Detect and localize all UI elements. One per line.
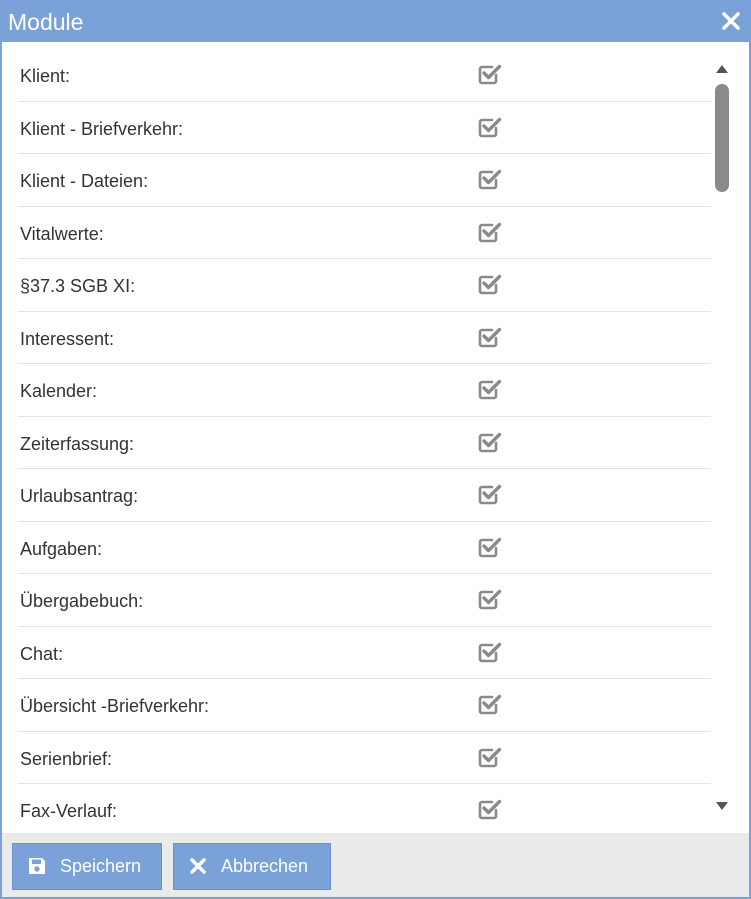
module-row: Chat: bbox=[18, 627, 711, 679]
cancel-button[interactable]: Abbrechen bbox=[173, 843, 331, 890]
checked-checkbox-icon[interactable] bbox=[477, 324, 503, 350]
module-label: §37.3 SGB XI: bbox=[20, 276, 136, 296]
module-row: Übergabebuch: bbox=[18, 574, 711, 627]
x-icon bbox=[190, 858, 206, 874]
module-row: Übersicht -Briefverkehr: bbox=[18, 679, 711, 732]
module-row: Klient - Dateien: bbox=[18, 154, 711, 207]
checked-checkbox-icon[interactable] bbox=[477, 534, 503, 560]
dialog-title: Module bbox=[8, 9, 84, 35]
module-label: Klient: bbox=[20, 66, 71, 86]
save-button-label: Speichern bbox=[60, 856, 142, 876]
module-row: Urlaubsantrag: bbox=[18, 469, 711, 522]
scroll-up-arrow-icon[interactable] bbox=[714, 62, 730, 76]
scroll-down-arrow-icon[interactable] bbox=[714, 799, 730, 813]
module-row: Kalender: bbox=[18, 364, 711, 417]
checked-checkbox-icon[interactable] bbox=[477, 271, 503, 297]
close-icon[interactable] bbox=[721, 11, 741, 31]
checked-checkbox-icon[interactable] bbox=[477, 691, 503, 717]
module-row: Interessent: bbox=[18, 312, 711, 364]
module-row: §37.3 SGB XI: bbox=[18, 259, 711, 312]
module-label: Klient - Dateien: bbox=[20, 171, 149, 191]
checked-checkbox-icon[interactable] bbox=[477, 166, 503, 192]
checked-checkbox-icon[interactable] bbox=[477, 114, 503, 140]
scrollbar-thumb[interactable] bbox=[715, 84, 729, 192]
module-label: Kalender: bbox=[20, 381, 98, 401]
module-label: Klient - Briefverkehr: bbox=[20, 118, 184, 139]
checked-checkbox-icon[interactable] bbox=[477, 639, 503, 665]
checked-checkbox-icon[interactable] bbox=[477, 744, 503, 770]
module-label: Interessent: bbox=[20, 328, 115, 349]
modules-dialog: Module Klient: Klient - Briefverkehr: Klie… bbox=[0, 0, 751, 899]
cancel-button-label: Abbrechen bbox=[221, 856, 309, 876]
module-label: Fax-Verlauf: bbox=[20, 801, 118, 821]
module-label: Chat: bbox=[20, 643, 64, 664]
module-label: Übersicht -Briefverkehr: bbox=[20, 696, 210, 716]
module-label: Aufgaben: bbox=[20, 538, 103, 559]
module-label: Urlaubsantrag: bbox=[20, 486, 139, 506]
checked-checkbox-icon[interactable] bbox=[477, 586, 503, 612]
checked-checkbox-icon[interactable] bbox=[477, 376, 503, 402]
save-button[interactable]: Speichern bbox=[12, 843, 162, 890]
module-row: Serienbrief: bbox=[18, 732, 711, 784]
module-label: Serienbrief: bbox=[20, 748, 113, 769]
scrollbar[interactable] bbox=[711, 42, 733, 833]
dialog-footer: Speichern Abbrechen bbox=[2, 833, 749, 897]
module-row: Klient - Briefverkehr: bbox=[18, 102, 711, 154]
module-label: Vitalwerte: bbox=[20, 223, 104, 244]
checked-checkbox-icon[interactable] bbox=[477, 61, 503, 87]
module-label: Zeiterfassung: bbox=[20, 433, 135, 454]
checked-checkbox-icon[interactable] bbox=[477, 481, 503, 507]
checked-checkbox-icon[interactable] bbox=[477, 219, 503, 245]
module-list: Klient: Klient - Briefverkehr: Klient - Da… bbox=[18, 49, 711, 833]
module-row: Aufgaben: bbox=[18, 522, 711, 574]
module-row: Vitalwerte: bbox=[18, 207, 711, 259]
module-label: Übergabebuch: bbox=[20, 591, 144, 611]
module-row: Klient: bbox=[18, 49, 711, 102]
checked-checkbox-icon[interactable] bbox=[477, 796, 503, 822]
modules-content: Klient: Klient - Briefverkehr: Klient - Da… bbox=[2, 42, 749, 833]
module-row: Fax-Verlauf: bbox=[18, 784, 711, 833]
checked-checkbox-icon[interactable] bbox=[477, 429, 503, 455]
dialog-titlebar: Module bbox=[2, 2, 749, 42]
module-row: Zeiterfassung: bbox=[18, 417, 711, 469]
floppy-disk-icon bbox=[29, 858, 45, 874]
